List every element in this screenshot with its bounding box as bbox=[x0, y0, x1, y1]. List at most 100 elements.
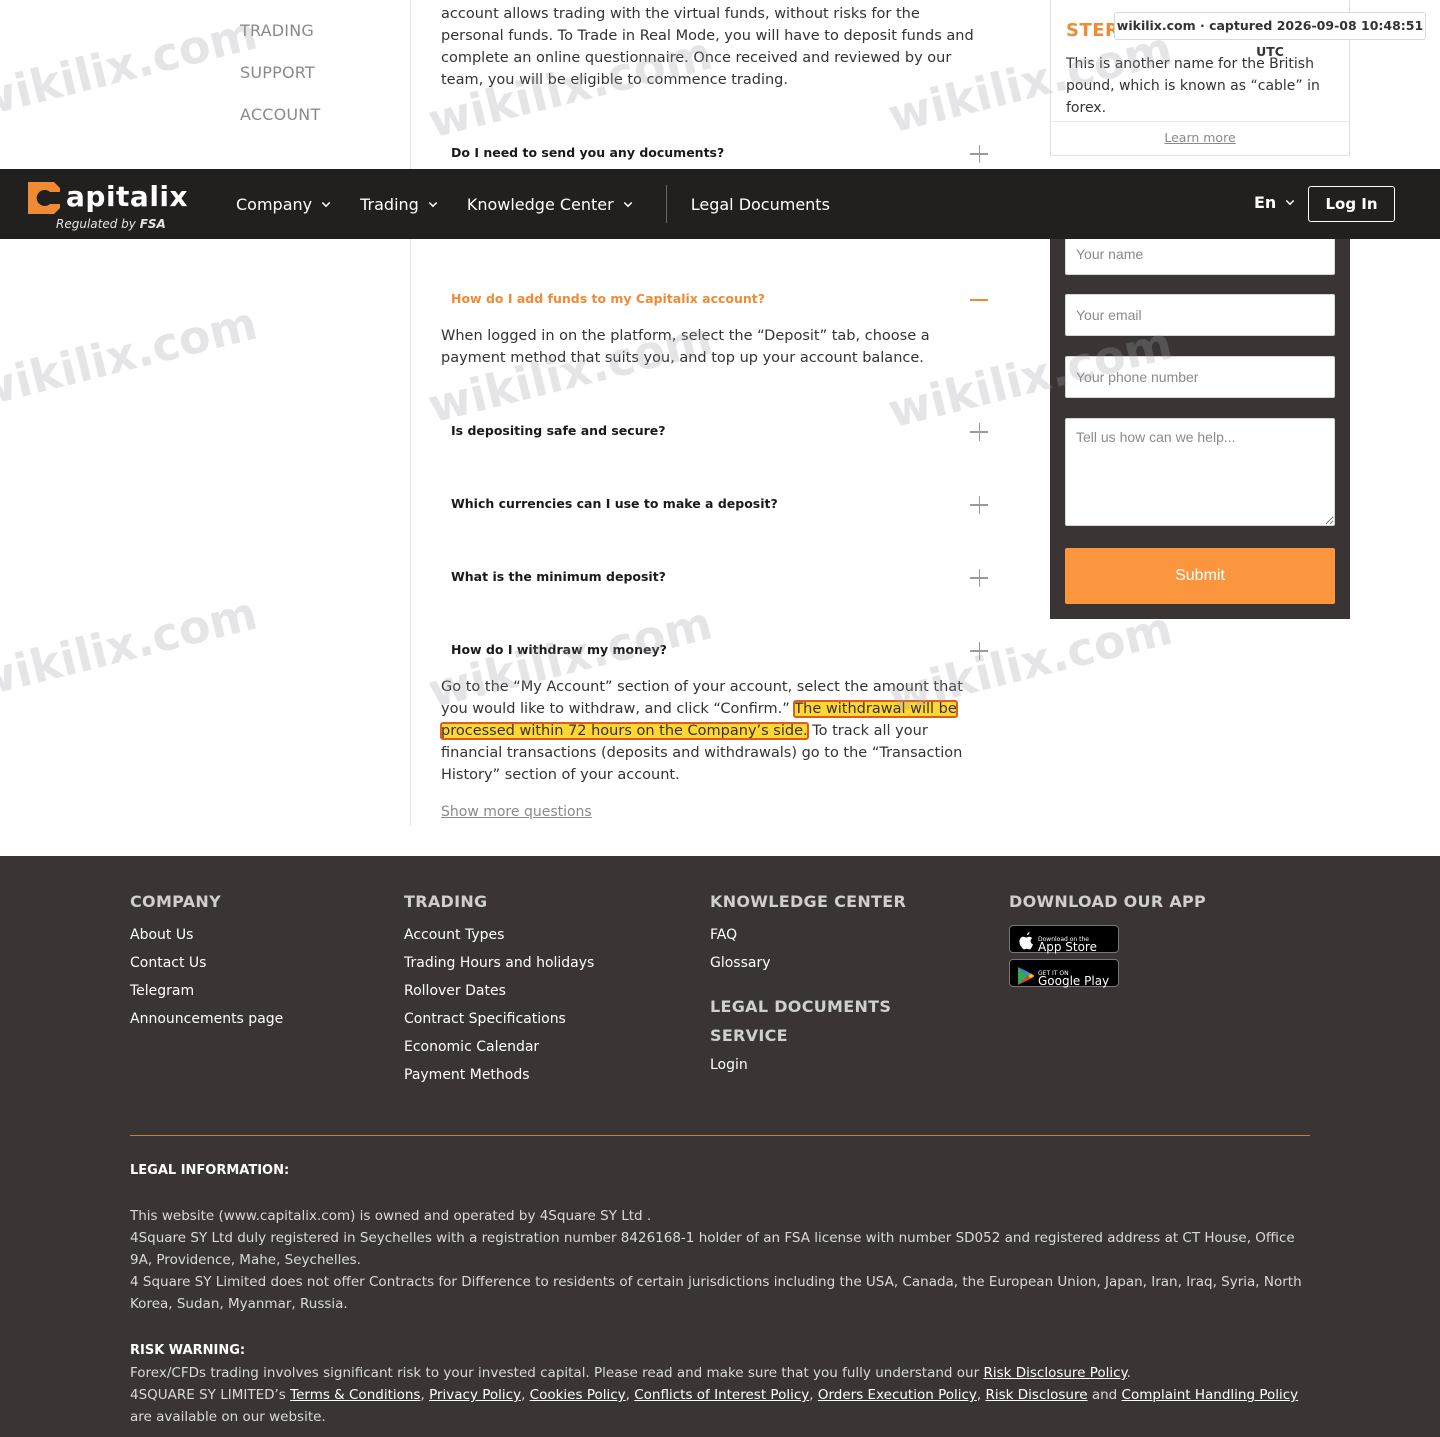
nav-knowledge-center[interactable]: Knowledge Center bbox=[467, 195, 632, 214]
faq-question-text: Do I need to send you any documents? bbox=[451, 145, 725, 160]
plus-icon[interactable] bbox=[970, 496, 988, 514]
faq-answer-text: account allows trading with the virtual … bbox=[441, 6, 974, 88]
footer-link-contract-specs[interactable]: Contract Specifications bbox=[404, 1009, 594, 1037]
footer-app-column: DOWNLOAD OUR APP Download on the App Sto… bbox=[1009, 892, 1206, 993]
faq-question-text: What is the minimum deposit? bbox=[451, 569, 666, 584]
footer-link-contact-us[interactable]: Contact Us bbox=[130, 953, 283, 981]
app-store-text: App Store bbox=[1038, 940, 1097, 954]
sidebar-nav: TRADING SUPPORT ACCOUNT bbox=[240, 20, 320, 146]
footer-link-rollover-dates[interactable]: Rollover Dates bbox=[404, 981, 594, 1009]
name-input[interactable] bbox=[1065, 233, 1335, 275]
plus-icon[interactable] bbox=[970, 642, 988, 660]
minus-icon[interactable] bbox=[970, 291, 988, 309]
footer-link-about-us[interactable]: About Us bbox=[130, 925, 283, 953]
language-selector[interactable]: En bbox=[1254, 193, 1295, 212]
capture-timestamp-badge: wikilix.com · captured 2026-09-08 10:48:… bbox=[1114, 12, 1426, 59]
footer-link-economic-calendar[interactable]: Economic Calendar bbox=[404, 1037, 594, 1065]
language-label: En bbox=[1254, 193, 1277, 212]
footer-company-column: COMPANY About Us Contact Us Telegram Ann… bbox=[130, 892, 283, 1037]
footer-heading-legal[interactable]: LEGAL DOCUMENTS bbox=[710, 997, 906, 1016]
privacy-policy-link[interactable]: Privacy Policy bbox=[429, 1387, 521, 1403]
regulator-name: FSA bbox=[139, 217, 166, 231]
sidebar-item-account[interactable]: ACCOUNT bbox=[240, 104, 320, 146]
risk-disclosure-link[interactable]: Risk Disclosure bbox=[986, 1387, 1088, 1403]
legal-info-text: This website (www.capitalix.com) is owne… bbox=[130, 1208, 652, 1224]
footer-divider bbox=[130, 1135, 1310, 1136]
footer-link-faq[interactable]: FAQ bbox=[710, 925, 906, 953]
regulated-label: Regulated by bbox=[56, 217, 136, 231]
footer-link-announcements[interactable]: Announcements page bbox=[130, 1009, 283, 1037]
show-more-questions-link[interactable]: Show more questions bbox=[441, 804, 592, 820]
faq-question-safe[interactable]: Is depositing safe and secure? bbox=[451, 420, 988, 442]
faq-question-text: Which currencies can I use to make a dep… bbox=[451, 496, 778, 511]
site-footer: COMPANY About Us Contact Us Telegram Ann… bbox=[0, 856, 1440, 1437]
faq-answer-text: When logged in on the platform, select t… bbox=[441, 328, 930, 366]
watermark: wikilix.com bbox=[0, 585, 263, 709]
sidebar-item-trading[interactable]: TRADING bbox=[240, 20, 320, 62]
nav-legal-documents[interactable]: Legal Documents bbox=[691, 195, 830, 214]
google-play-text: Google Play bbox=[1038, 974, 1110, 988]
submit-button[interactable]: Submit bbox=[1065, 548, 1335, 604]
glossary-definition: This is another name for the British pou… bbox=[1066, 56, 1320, 116]
risk-text: 4SQUARE SY LIMITED’s bbox=[130, 1387, 286, 1403]
risk-warning-text: Forex/CFDs trading involves significant … bbox=[130, 1365, 1131, 1381]
faq-question-add-funds[interactable]: How do I add funds to my Capitalix accou… bbox=[451, 288, 988, 310]
risk-disclosure-policy-link[interactable]: Risk Disclosure Policy bbox=[983, 1365, 1126, 1381]
footer-link-telegram[interactable]: Telegram bbox=[130, 981, 283, 1009]
footer-link-account-types[interactable]: Account Types bbox=[404, 925, 594, 953]
legal-info-text: 4Square SY Ltd duly registered in Seyche… bbox=[130, 1230, 1295, 1268]
message-textarea[interactable] bbox=[1065, 418, 1335, 526]
glossary-term: STER bbox=[1066, 20, 1120, 41]
footer-link-login[interactable]: Login bbox=[710, 1055, 906, 1083]
risk-text: and bbox=[1091, 1387, 1118, 1403]
footer-link-trading-hours[interactable]: Trading Hours and holidays bbox=[404, 953, 594, 981]
google-play-icon bbox=[1018, 967, 1035, 985]
terms-link[interactable]: Terms & Conditions bbox=[290, 1387, 420, 1403]
sidebar-item-support[interactable]: SUPPORT bbox=[240, 62, 320, 104]
nav-label: Knowledge Center bbox=[466, 194, 614, 214]
chevron-down-icon bbox=[321, 198, 331, 207]
complaint-handling-link[interactable]: Complaint Handling Policy bbox=[1122, 1387, 1299, 1403]
capitalix-logo[interactable]: apitalix Regulated by FSA bbox=[24, 177, 204, 233]
risk-text: Forex/CFDs trading involves significant … bbox=[130, 1365, 980, 1381]
phone-input[interactable] bbox=[1065, 356, 1335, 398]
nav-company[interactable]: Company bbox=[236, 194, 331, 214]
risk-warning-heading: RISK WARNING: bbox=[130, 1343, 246, 1358]
footer-link-payment-methods[interactable]: Payment Methods bbox=[404, 1065, 594, 1093]
nav-trading[interactable]: Trading bbox=[360, 195, 438, 214]
contact-form: Submit bbox=[1050, 233, 1350, 619]
logo-mark-icon bbox=[28, 182, 60, 214]
nav-divider bbox=[665, 185, 667, 223]
footer-heading: TRADING bbox=[404, 892, 488, 911]
footer-link-glossary[interactable]: Glossary bbox=[710, 953, 906, 981]
faq-question-text: How do I add funds to my Capitalix accou… bbox=[451, 291, 766, 306]
risk-warning-text: 4SQUARE SY LIMITED’s Terms & Conditions,… bbox=[130, 1387, 1299, 1425]
faq-question-minimum-deposit[interactable]: What is the minimum deposit? bbox=[451, 566, 988, 588]
email-input[interactable] bbox=[1065, 294, 1335, 336]
faq-question-documents[interactable]: Do I need to send you any documents? bbox=[451, 142, 988, 164]
cookies-policy-link[interactable]: Cookies Policy bbox=[530, 1387, 626, 1403]
app-store-badge[interactable]: Download on the App Store bbox=[1009, 925, 1119, 954]
faq-answer-withdraw: Go to the “My Account” section of your a… bbox=[440, 676, 991, 786]
plus-icon[interactable] bbox=[970, 423, 988, 441]
chevron-down-icon bbox=[428, 198, 438, 207]
footer-heading: KNOWLEDGE CENTER bbox=[710, 892, 907, 911]
faq-question-text: How do I withdraw my money? bbox=[451, 642, 667, 657]
footer-heading-service: SERVICE bbox=[710, 1026, 788, 1045]
footer-trading-column: TRADING Account Types Trading Hours and … bbox=[404, 892, 594, 1093]
orders-execution-link[interactable]: Orders Execution Policy bbox=[818, 1387, 977, 1403]
learn-more-link[interactable]: Learn more bbox=[1051, 130, 1349, 145]
plus-icon[interactable] bbox=[970, 569, 988, 587]
plus-icon[interactable] bbox=[970, 145, 988, 163]
login-button[interactable]: Log In bbox=[1308, 186, 1395, 222]
nav-label: Company bbox=[236, 194, 313, 214]
footer-heading: DOWNLOAD OUR APP bbox=[1009, 892, 1207, 911]
chevron-down-icon bbox=[1286, 196, 1295, 206]
logo-wordmark: apitalix bbox=[66, 180, 189, 213]
watermark: wikilix.com bbox=[0, 295, 263, 419]
google-play-badge[interactable]: GET IT ON Google Play bbox=[1009, 959, 1119, 988]
faq-question-currencies[interactable]: Which currencies can I use to make a dep… bbox=[451, 493, 988, 515]
logo-regulated-text: Regulated by FSA bbox=[56, 217, 166, 231]
faq-question-withdraw[interactable]: How do I withdraw my money? bbox=[451, 639, 988, 661]
conflicts-policy-link[interactable]: Conflicts of Interest Policy bbox=[634, 1387, 809, 1403]
